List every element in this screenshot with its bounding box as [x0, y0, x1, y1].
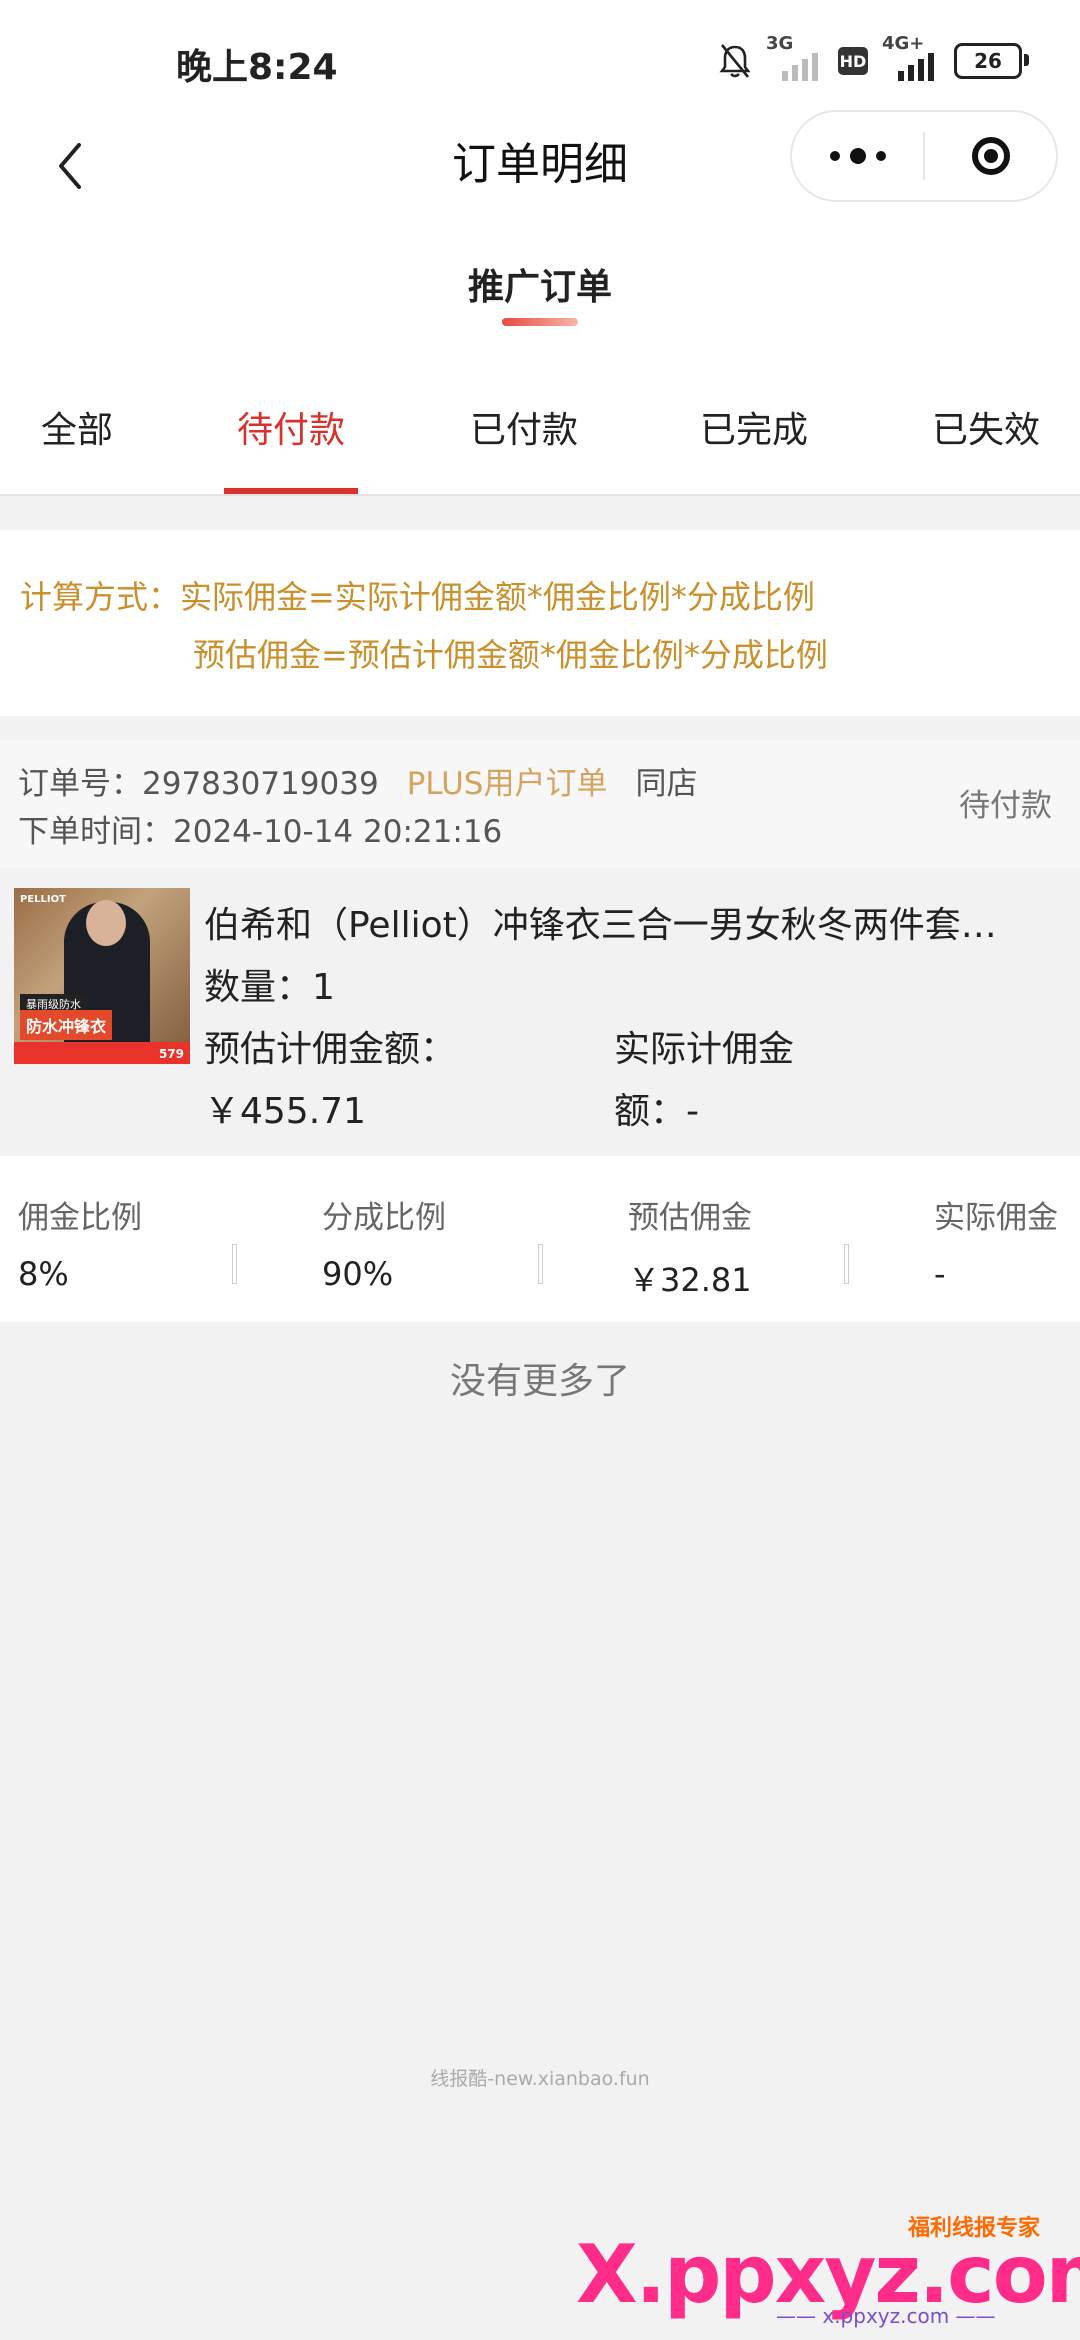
signal-4g-icon: 4G+: [882, 33, 940, 83]
same-store-tag: 同店: [635, 766, 698, 802]
section-header: 推广订单: [0, 240, 1080, 360]
more-button[interactable]: [792, 148, 923, 164]
thumb-brand: PELLIOT: [20, 894, 66, 905]
stat-label: 实际佣金: [934, 1200, 1058, 1236]
order-number-row: 订单号：297830719039 PLUS用户订单 同店: [18, 758, 697, 803]
stat-label: 佣金比例: [18, 1200, 142, 1236]
actual-commission-base-value: 额：-: [614, 1091, 699, 1132]
stat-share-rate: 分成比例 90%: [322, 1192, 446, 1293]
stat-actual-commission: 实际佣金 -: [934, 1192, 1058, 1293]
status-time: 晚上8:24: [176, 47, 338, 88]
stat-estimated-commission: 预估佣金 ￥32.81: [628, 1192, 752, 1301]
section-title: 推广订单: [467, 267, 612, 308]
estimated-commission-base-label: 预估计佣金额：: [204, 1029, 457, 1070]
status-bar: 晚上8:24 3G HD 4G+ 26: [0, 0, 1080, 110]
product-thumbnail: PELLIOT 暴雨级防水 防水冲锋衣 579: [14, 888, 190, 1064]
watermark-logo: 福利线报专家 X.ppxyz.com —— x.ppxyz.com ——: [576, 2200, 1080, 2330]
stat-value: ￥32.81: [628, 1261, 752, 1299]
product-title: 伯希和（Pelliot）冲锋衣三合一男女秋冬两件套…: [204, 905, 997, 946]
order-time: 下单时间：2024-10-14 20:21:16: [18, 814, 503, 850]
more-dot-icon: [829, 151, 840, 161]
tab-paid[interactable]: 已付款: [454, 360, 594, 494]
close-mini-program-button[interactable]: [925, 137, 1056, 175]
tab-completed[interactable]: 已完成: [684, 360, 824, 494]
calculation-info: 计算方式：实际佣金=实际计佣金额*佣金比例*分成比例 预估佣金=预估计佣金额*佣…: [0, 530, 1080, 716]
calc-formula-estimated: 预估佣金=预估计佣金额*佣金比例*分成比例: [193, 636, 828, 674]
stat-label: 预估佣金: [628, 1200, 752, 1236]
estimated-commission-base-value: ￥455.71: [204, 1091, 366, 1132]
stat-divider: [844, 1244, 849, 1284]
more-dot-icon: [849, 148, 866, 164]
plus-order-tag: PLUS用户订单: [406, 766, 608, 802]
more-dot-icon: [875, 151, 886, 161]
no-more-text: 没有更多了: [449, 1361, 630, 1402]
calc-formula-actual: 计算方式：实际佣金=实际计佣金额*佣金比例*分成比例: [20, 578, 815, 616]
order-status-tabs: 全部 待付款 已付款 已完成 已失效: [0, 360, 1080, 496]
section-title-underline: [502, 318, 578, 326]
battery-icon: 26: [954, 43, 1029, 79]
thumb-band-2: 防水冲锋衣: [20, 1010, 113, 1040]
hd-icon: HD: [838, 47, 868, 75]
target-icon: [971, 137, 1010, 175]
stat-divider: [538, 1244, 543, 1284]
stat-value: -: [934, 1255, 946, 1293]
product-quantity: 数量：1: [204, 967, 335, 1008]
order-number: 订单号：297830719039: [18, 766, 379, 802]
status-icons: 3G HD 4G+ 26: [718, 33, 1029, 86]
product-item[interactable]: PELLIOT 暴雨级防水 防水冲锋衣 579 伯希和（Pelliot）冲锋衣三…: [0, 868, 1080, 1156]
signal-4g-label: 4G+: [882, 33, 925, 54]
order-status: 待付款: [959, 788, 1052, 824]
commission-stats: 佣金比例 8% 分成比例 90% 预估佣金 ￥32.81 实际佣金 -: [0, 1156, 1080, 1322]
thumb-price: 579: [158, 1047, 184, 1061]
tab-invalid[interactable]: 已失效: [916, 360, 1056, 494]
stat-label: 分成比例: [322, 1200, 446, 1236]
stat-divider: [232, 1244, 237, 1284]
tab-pending-payment[interactable]: 待付款: [224, 360, 358, 494]
stat-value: 8%: [18, 1255, 69, 1293]
model-head: [86, 900, 126, 946]
stat-value: 90%: [322, 1255, 394, 1293]
mini-program-capsule: [790, 110, 1058, 202]
signal-3g-label: 3G: [766, 33, 794, 54]
watermark-subdomain: —— x.ppxyz.com ——: [776, 2304, 996, 2328]
signal-3g-icon: 3G: [766, 33, 824, 83]
stat-commission-rate: 佣金比例 8%: [18, 1192, 142, 1293]
actual-commission-base-label: 实际计佣金: [614, 1029, 795, 1070]
tab-all[interactable]: 全部: [0, 360, 154, 494]
bell-muted-icon: [719, 44, 751, 78]
nav-bar: 订单明细: [0, 110, 1080, 240]
order-header: 订单号：297830719039 PLUS用户订单 同店 下单时间：2024-1…: [0, 740, 1080, 868]
footer-source-note: 线报酷-new.xianbao.fun: [430, 2068, 650, 2090]
